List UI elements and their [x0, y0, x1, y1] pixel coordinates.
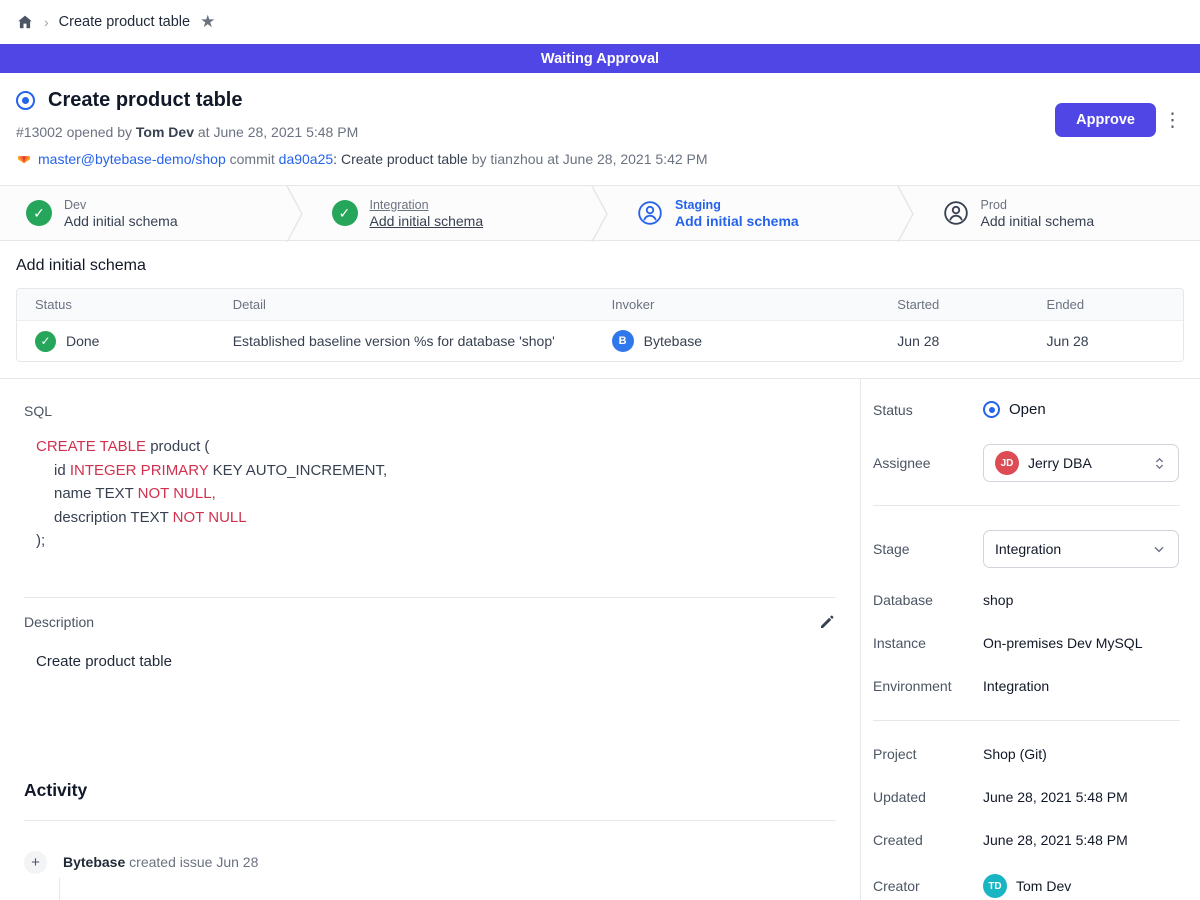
task-detail: Established baseline version %s for data…: [233, 333, 612, 349]
activity-create-icon: +: [24, 851, 47, 874]
activity-title: Activity: [24, 780, 836, 801]
creator-name: Tom Dev: [1016, 878, 1071, 894]
pipeline-stage-bar: ✓ Dev Add initial schema ✓ Integration A…: [0, 185, 1200, 241]
more-actions-icon[interactable]: ⋮: [1163, 111, 1182, 130]
stage-prod[interactable]: Prod Add initial schema: [917, 186, 1200, 240]
stage-select[interactable]: Integration: [983, 530, 1179, 568]
timeline-connector: [59, 878, 836, 900]
task-table: Status Detail Invoker Started Ended ✓ Do…: [16, 288, 1184, 362]
vcs-commit-line: master@bytebase-demo/shop commit da90a25…: [16, 149, 1184, 168]
sidebar-divider: [873, 720, 1180, 721]
page-title: Create product table: [48, 89, 242, 112]
updown-chevron-icon: [1152, 456, 1167, 471]
edit-description-icon[interactable]: [818, 613, 836, 631]
project-value[interactable]: Shop (Git): [983, 746, 1047, 762]
approve-button[interactable]: Approve: [1055, 103, 1156, 137]
issue-author: Tom Dev: [136, 124, 194, 140]
assignee-select[interactable]: JD Jerry DBA: [983, 444, 1179, 482]
instance-value[interactable]: On-premises Dev MySQL: [983, 635, 1142, 651]
invoker-name: Bytebase: [644, 333, 702, 349]
breadcrumb-current: Create product table: [59, 14, 190, 30]
assignee-name: Jerry DBA: [1028, 455, 1143, 471]
stage-integration[interactable]: ✓ Integration Add initial schema: [306, 186, 590, 240]
stage-done-icon: ✓: [26, 200, 52, 226]
stage-value: Integration: [995, 541, 1142, 557]
home-icon[interactable]: [16, 13, 34, 31]
database-value[interactable]: shop: [983, 592, 1013, 608]
vcs-branch-link[interactable]: master@bytebase-demo/shop: [38, 151, 226, 167]
chevron-down-icon: [1151, 541, 1167, 557]
sidebar-row-environment: Environment Integration: [873, 677, 1180, 694]
invoker-avatar: B: [612, 330, 634, 352]
stage-staging[interactable]: Staging Add initial schema: [611, 186, 895, 240]
stage-pending-assignee-icon: [943, 200, 969, 226]
created-value: June 28, 2021 5:48 PM: [983, 832, 1128, 848]
updated-value: June 28, 2021 5:48 PM: [983, 789, 1128, 805]
sidebar-row-updated: Updated June 28, 2021 5:48 PM: [873, 788, 1180, 805]
breadcrumb-chevron-icon: ›: [44, 14, 49, 30]
commit-message: Create product table: [341, 151, 472, 167]
issue-open-icon: [16, 91, 35, 110]
stage-separator-icon: [589, 186, 611, 242]
issue-id: #13002: [16, 124, 63, 140]
assignee-avatar: JD: [995, 451, 1019, 475]
status-value: Open: [1009, 401, 1046, 418]
banner-text: Waiting Approval: [541, 51, 659, 67]
status-banner: Waiting Approval: [0, 44, 1200, 73]
task-done-icon: ✓: [35, 331, 56, 352]
activity-section: Activity + Bytebase created issue Jun 28: [24, 780, 836, 900]
sidebar-row-project: Project Shop (Git): [873, 745, 1180, 762]
issue-sidebar: Status Open Assignee JD Jerry DBA Stage …: [860, 379, 1200, 900]
sql-code-block[interactable]: CREATE TABLE product ( id INTEGER PRIMAR…: [36, 435, 836, 553]
sidebar-row-database: Database shop: [873, 591, 1180, 608]
issue-header: Create product table #13002 opened by To…: [0, 73, 1200, 185]
task-table-header: Status Detail Invoker Started Ended: [17, 289, 1183, 320]
issue-meta: #13002 opened by Tom Dev at June 28, 202…: [16, 124, 1184, 140]
vcs-commit-link[interactable]: da90a25: [279, 151, 334, 167]
stage-separator-icon: [895, 186, 917, 242]
task-section-title: Add initial schema: [16, 257, 1184, 275]
description-label: Description: [24, 614, 94, 630]
sidebar-row-stage: Stage Integration: [873, 530, 1180, 568]
task-started: Jun 28: [897, 333, 1046, 349]
sidebar-divider: [873, 505, 1180, 506]
task-section: Add initial schema Status Detail Invoker…: [0, 241, 1200, 378]
issue-opened-at: at June 28, 2021 5:48 PM: [198, 124, 358, 140]
list-item: + Bytebase created issue Jun 28: [24, 851, 836, 874]
table-row[interactable]: ✓ Done Established baseline version %s f…: [17, 320, 1183, 361]
status-open-icon: [983, 401, 1000, 418]
task-ended: Jun 28: [1047, 333, 1183, 349]
gitlab-icon: [16, 149, 32, 168]
sql-label: SQL: [24, 403, 836, 419]
stage-separator-icon: [284, 186, 306, 242]
description-section: Description Create product table: [24, 597, 836, 670]
task-status: Done: [66, 333, 99, 349]
sidebar-row-instance: Instance On-premises Dev MySQL: [873, 634, 1180, 651]
sidebar-row-status: Status Open: [873, 401, 1180, 418]
activity-action: created issue Jun 28: [129, 854, 258, 870]
description-content[interactable]: Create product table: [24, 653, 836, 670]
sidebar-row-creator: Creator TD Tom Dev: [873, 874, 1180, 898]
stage-pending-assignee-icon: [637, 200, 663, 226]
stage-dev[interactable]: ✓ Dev Add initial schema: [0, 186, 284, 240]
star-icon[interactable]: ★: [200, 12, 215, 32]
issue-detail-panel: SQL CREATE TABLE product ( id INTEGER PR…: [0, 379, 860, 900]
breadcrumb: › Create product table ★: [0, 0, 1200, 44]
sidebar-row-assignee: Assignee JD Jerry DBA: [873, 444, 1180, 482]
environment-value[interactable]: Integration: [983, 678, 1049, 694]
stage-done-icon: ✓: [332, 200, 358, 226]
sidebar-row-created: Created June 28, 2021 5:48 PM: [873, 831, 1180, 848]
creator-avatar: TD: [983, 874, 1007, 898]
activity-divider: [24, 820, 836, 821]
commit-author-time: by tianzhou at June 28, 2021 5:42 PM: [472, 151, 708, 167]
activity-actor: Bytebase: [63, 854, 125, 870]
